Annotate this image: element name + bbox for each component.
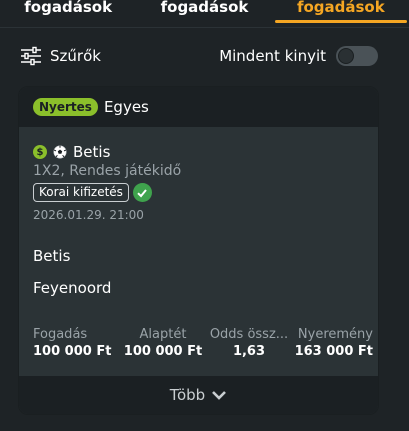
status-badge: Nyertes bbox=[33, 98, 98, 116]
dollar-icon: $ bbox=[33, 145, 47, 159]
expand-all-toggle[interactable] bbox=[336, 46, 378, 66]
bet-type: Egyes bbox=[103, 98, 149, 116]
expand-all-label: Mindent kinyit bbox=[219, 47, 326, 65]
away-team: Feyenoord bbox=[33, 279, 112, 297]
market-label: 1X2, Rendes játékidő bbox=[33, 163, 182, 179]
stake-label: Fogadás bbox=[33, 327, 88, 342]
early-payout-badge: Korai kifizetés bbox=[33, 183, 129, 202]
tab-1[interactable]: fogadások bbox=[0, 0, 136, 27]
more-button[interactable]: Több bbox=[19, 376, 378, 414]
more-label: Több bbox=[169, 386, 206, 404]
bet-card-header: Nyertes Egyes bbox=[19, 87, 378, 127]
home-team: Betis bbox=[33, 247, 71, 265]
total-odds-label: Odds össz... bbox=[209, 327, 289, 342]
sliders-icon bbox=[21, 46, 41, 66]
tabs-divider bbox=[0, 27, 409, 28]
total-odds-value: 1,63 bbox=[232, 344, 266, 359]
selection-block: $ Betis 1X2, Rendes játékidő Korai kifiz… bbox=[33, 143, 364, 222]
bet-tabs: fogadások fogadások fogadások bbox=[0, 0, 409, 27]
filters-label: Szűrők bbox=[50, 47, 101, 65]
expand-all: Mindent kinyit bbox=[219, 46, 378, 66]
toggle-knob bbox=[338, 48, 354, 64]
chevron-down-icon bbox=[212, 391, 227, 400]
football-icon bbox=[53, 145, 67, 159]
stake-value: 100 000 Ft bbox=[33, 344, 112, 359]
tab-3-active[interactable]: fogadások bbox=[272, 0, 409, 27]
base-stake-label: Alaptét bbox=[139, 327, 187, 342]
selection-name: Betis bbox=[73, 143, 111, 161]
tab-2[interactable]: fogadások bbox=[136, 0, 272, 27]
winnings-label: Nyeremény bbox=[297, 327, 373, 342]
bet-stats: Fogadás Alaptét Odds össz... Nyeremény 1… bbox=[33, 327, 373, 359]
teams: Betis Feyenoord bbox=[33, 247, 111, 297]
winnings-value: 163 000 Ft bbox=[294, 344, 373, 359]
check-icon bbox=[132, 183, 152, 202]
filters-button[interactable]: Szűrők bbox=[20, 46, 101, 66]
event-datetime: 2026.01.29. 21:00 bbox=[33, 208, 144, 222]
bet-card: Nyertes Egyes $ Betis 1X2, Rendes játéki… bbox=[18, 86, 379, 415]
base-stake-value: 100 000 Ft bbox=[123, 344, 203, 359]
filter-row: Szűrők Mindent kinyit bbox=[20, 43, 378, 69]
